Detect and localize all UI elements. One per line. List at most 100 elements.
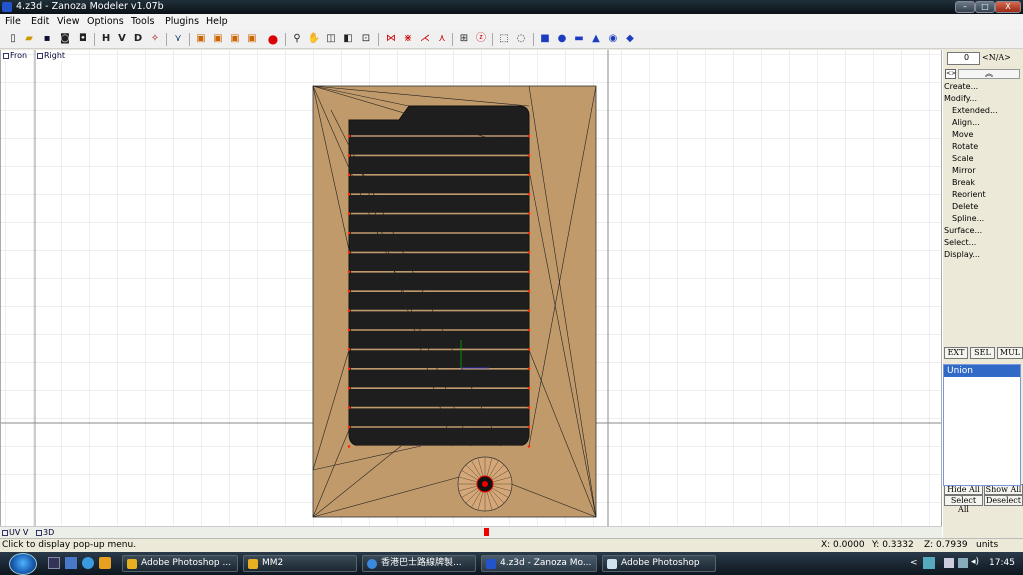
status-z: Z: 0.7939	[924, 540, 968, 550]
vertex-left	[347, 367, 351, 371]
primitive-torus-icon[interactable]: ◉	[606, 32, 620, 46]
mesh-tool-1-icon[interactable]: ⋈	[384, 32, 398, 46]
save-icon[interactable]: ▪	[40, 32, 54, 46]
viewport-tab-right[interactable]: Right	[37, 51, 66, 61]
scroll-up-button[interactable]: ︽	[958, 69, 1020, 79]
primitive-cylinder-icon[interactable]: ▬	[572, 32, 586, 46]
z-tool-icon[interactable]: ⓩ	[474, 32, 488, 46]
new-file-icon[interactable]: ▯	[6, 32, 20, 46]
collapse-toggle[interactable]: <>	[945, 69, 956, 79]
panel-item-select[interactable]: Select...	[944, 237, 976, 248]
select-all-button[interactable]: Select All	[944, 495, 983, 514]
panel-item-align[interactable]: Align...	[952, 117, 980, 128]
export-icon[interactable]: ◘	[76, 32, 90, 46]
show-desktop-icon[interactable]	[48, 557, 60, 569]
uv-tool-icon[interactable]: ⊞	[457, 32, 471, 46]
panel-item-move[interactable]: Move	[952, 129, 973, 140]
clock[interactable]: 17:45	[989, 558, 1015, 568]
vertex-right	[527, 328, 531, 332]
panel-item-rotate[interactable]: Rotate	[952, 141, 978, 152]
mesh-tool-4-icon[interactable]: ⋏	[435, 32, 449, 46]
primitive-cone-icon[interactable]: ▲	[589, 32, 603, 46]
mul-button[interactable]: MUL	[997, 347, 1023, 359]
menu-tools[interactable]: Tools	[131, 16, 154, 27]
deselect-button[interactable]: Deselect	[984, 495, 1023, 506]
view-h-button[interactable]: H	[99, 32, 113, 46]
camera-icon[interactable]: ⊡	[359, 32, 373, 46]
render-sphere-icon[interactable]: ●	[266, 32, 280, 46]
panel-item-break[interactable]: Break	[952, 177, 975, 188]
vertex-left	[347, 154, 351, 157]
cube-select-icon[interactable]: ▣	[194, 32, 208, 46]
primitive-disc-icon[interactable]: ◆	[623, 32, 637, 46]
menu-options[interactable]: Options	[87, 16, 124, 27]
select-circle-icon[interactable]: ◌	[514, 32, 528, 46]
pan-hand-icon[interactable]: ✋	[307, 32, 321, 46]
menu-file[interactable]: File	[5, 16, 21, 27]
panel-item-surface[interactable]: Surface...	[944, 225, 982, 236]
volume-icon[interactable]: ◂)	[971, 557, 979, 567]
fit-view-icon[interactable]: ◧	[341, 32, 355, 46]
zoom-icon[interactable]: ⚲	[290, 32, 304, 46]
vertex-tool-icon[interactable]: ✧	[148, 32, 162, 46]
switch-windows-icon[interactable]	[65, 557, 77, 569]
viewport-tab-3d[interactable]: 3D	[36, 528, 55, 538]
menu-plugins[interactable]: Plugins	[165, 16, 199, 27]
object-dropdown[interactable]: <N/A>	[982, 53, 1011, 62]
object-list-item-union[interactable]: Union	[944, 365, 1020, 377]
minimize-button[interactable]: –	[955, 1, 975, 13]
viewport-tab-front[interactable]: Fron	[3, 51, 28, 61]
task-photoshop-1[interactable]: Adobe Photoshop ...	[122, 555, 238, 572]
ie-icon[interactable]	[82, 557, 94, 569]
primitive-sphere-icon[interactable]: ●	[555, 32, 569, 46]
network-icon[interactable]	[944, 558, 954, 568]
panel-item-scale[interactable]: Scale	[952, 153, 974, 164]
panel-item-mirror[interactable]: Mirror	[952, 165, 976, 176]
task-chinese-doc[interactable]: 香港巴士路線牌製...	[362, 555, 476, 572]
cube-rotate-icon[interactable]: ▣	[228, 32, 242, 46]
open-folder-icon[interactable]: ▰	[22, 32, 36, 46]
viewport-tab-uv[interactable]: UV V	[2, 528, 29, 538]
panel-item-modify[interactable]: Modify...	[944, 93, 977, 104]
tray-app-2-icon[interactable]	[958, 558, 968, 568]
sel-button[interactable]: SEL	[970, 347, 995, 359]
panel-item-reorient[interactable]: Reorient	[952, 189, 986, 200]
cube-scale-icon[interactable]: ▣	[245, 32, 259, 46]
select-box-icon[interactable]: ⬚	[497, 32, 511, 46]
maximize-button[interactable]: □	[975, 1, 995, 13]
menu-view[interactable]: View	[57, 16, 80, 27]
viewport-right[interactable]: Fron Right	[0, 50, 942, 526]
close-button[interactable]: X	[995, 1, 1021, 13]
cube-move-icon[interactable]: ▣	[211, 32, 225, 46]
timeline-marker[interactable]	[484, 528, 489, 536]
zoom-box-icon[interactable]: ◫	[324, 32, 338, 46]
panel-item-display[interactable]: Display...	[944, 249, 980, 260]
menu-edit[interactable]: Edit	[31, 16, 49, 27]
menu-help[interactable]: Help	[206, 16, 228, 27]
panel-item-extended[interactable]: Extended...	[952, 105, 998, 116]
spinner-value: 0	[964, 53, 970, 62]
mesh-tool-3-icon[interactable]: ⋌	[418, 32, 432, 46]
panel-item-create[interactable]: Create...	[944, 81, 978, 92]
explorer-icon[interactable]	[99, 557, 111, 569]
task-photoshop-2[interactable]: Adobe Photoshop	[602, 555, 716, 572]
tray-app-icon[interactable]	[923, 557, 935, 569]
panel-item-spline[interactable]: Spline...	[952, 213, 984, 224]
view-d-button[interactable]: D	[131, 32, 145, 46]
edge-tool-icon[interactable]: ⋎	[171, 32, 185, 46]
panel-item-delete[interactable]: Delete	[952, 201, 978, 212]
primitive-box-icon[interactable]: ■	[538, 32, 552, 46]
save-as-icon[interactable]: ◙	[58, 32, 72, 46]
mesh-tool-2-icon[interactable]: ⋇	[401, 32, 415, 46]
ext-button[interactable]: EXT	[944, 347, 968, 359]
view-v-button[interactable]: V	[115, 32, 129, 46]
viewport-canvas[interactable]	[1, 50, 942, 526]
start-button[interactable]	[9, 553, 37, 575]
task-mm2[interactable]: MM2	[243, 555, 357, 572]
object-list[interactable]: Union	[943, 364, 1021, 486]
vertex-right	[527, 173, 531, 177]
tray-expand-icon[interactable]: <	[910, 558, 918, 568]
task-zanoza[interactable]: 4.z3d - Zanoza Mo...	[481, 555, 597, 572]
vertex-right	[527, 251, 531, 254]
spinner-field[interactable]: 0	[947, 52, 980, 65]
